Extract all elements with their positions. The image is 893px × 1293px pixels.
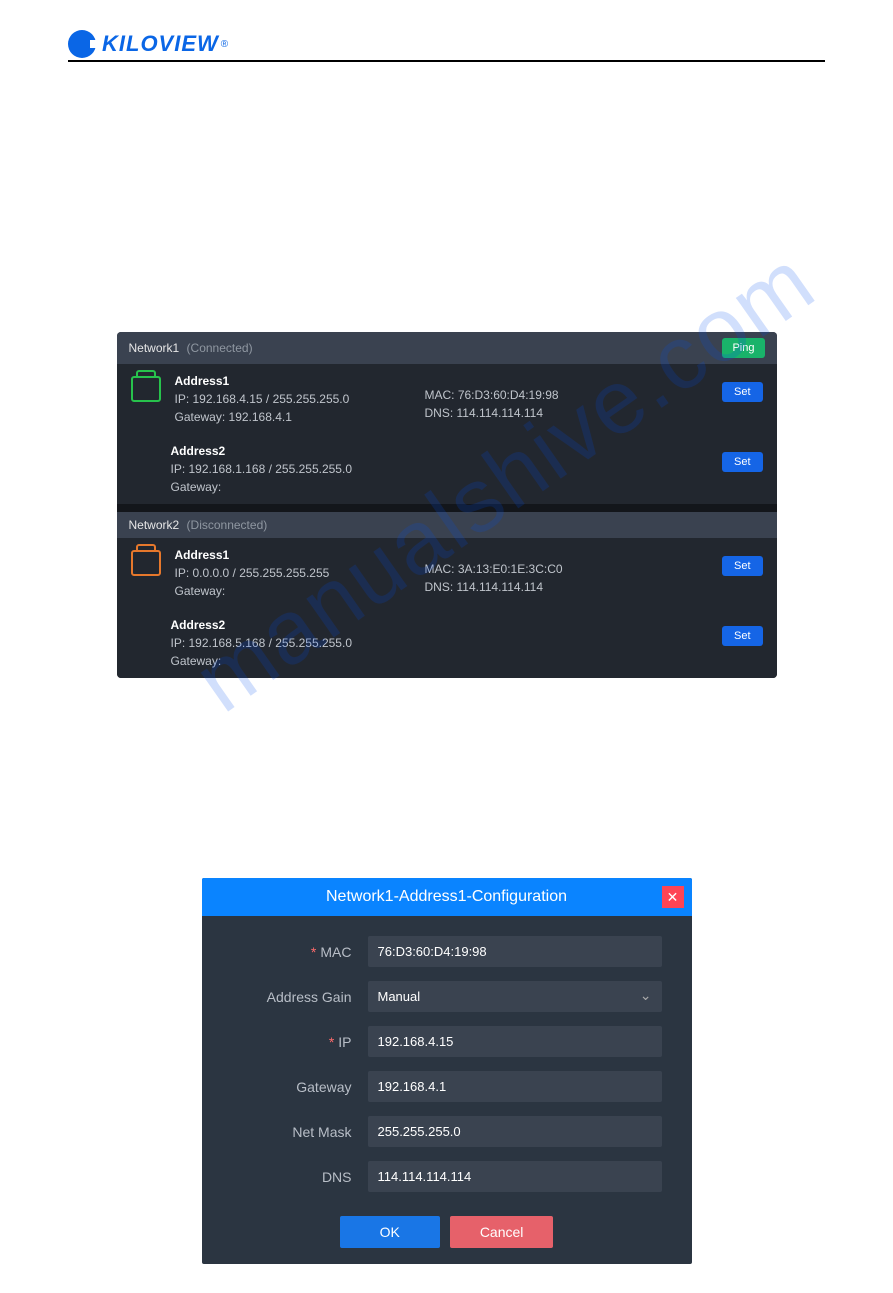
network2-status: (Disconnected)	[183, 518, 268, 532]
network2-name: Network2	[129, 518, 180, 532]
address-gain-select[interactable]	[368, 981, 662, 1012]
page-header: KILOVIEW ®	[68, 30, 825, 62]
address-ip: IP: 0.0.0.0 / 255.255.255.255	[175, 564, 425, 582]
netmask-label: Net Mask	[232, 1124, 352, 1140]
ethernet-port-icon	[131, 376, 161, 402]
network2-address1-row: Address1 IP: 0.0.0.0 / 255.255.255.255 G…	[117, 538, 777, 608]
network2-header: Network2 (Disconnected)	[117, 512, 777, 538]
logo: KILOVIEW ®	[68, 30, 228, 58]
dialog-title-bar: Network1-Address1-Configuration ✕	[202, 878, 692, 916]
address-ip: IP: 192.168.1.168 / 255.255.255.0	[171, 460, 421, 478]
gateway-input[interactable]	[368, 1071, 662, 1102]
address-dns: DNS: 114.114.114.114	[425, 404, 722, 422]
netmask-input[interactable]	[368, 1116, 662, 1147]
address-title: Address1	[175, 372, 425, 390]
network1-address1-row: Address1 IP: 192.168.4.15 / 255.255.255.…	[117, 364, 777, 434]
address-gateway: Gateway:	[171, 652, 421, 670]
close-icon[interactable]: ✕	[662, 886, 684, 908]
set-button[interactable]: Set	[722, 556, 763, 576]
ethernet-port-icon	[131, 550, 161, 576]
dns-label: DNS	[232, 1169, 352, 1185]
set-button[interactable]: Set	[722, 382, 763, 402]
address-mac: MAC: 76:D3:60:D4:19:98	[425, 386, 722, 404]
network1-header: Network1 (Connected) Ping	[117, 332, 777, 364]
config-dialog: Network1-Address1-Configuration ✕ *MAC A…	[202, 878, 692, 1264]
address-gain-label: Address Gain	[232, 989, 352, 1005]
address-ip: IP: 192.168.5.168 / 255.255.255.0	[171, 634, 421, 652]
address-gateway: Gateway:	[171, 478, 421, 496]
logo-icon	[68, 30, 96, 58]
dns-input[interactable]	[368, 1161, 662, 1192]
logo-text: KILOVIEW	[102, 31, 219, 57]
set-button[interactable]: Set	[722, 626, 763, 646]
mac-input[interactable]	[368, 936, 662, 967]
address-dns: DNS: 114.114.114.114	[425, 578, 722, 596]
address-gateway: Gateway:	[175, 582, 425, 600]
ip-input[interactable]	[368, 1026, 662, 1057]
ok-button[interactable]: OK	[340, 1216, 440, 1248]
network-panel: Network1 (Connected) Ping Address1 IP: 1…	[117, 332, 777, 678]
address-title: Address2	[171, 616, 421, 634]
address-mac: MAC: 3A:13:E0:1E:3C:C0	[425, 560, 722, 578]
ping-button[interactable]: Ping	[722, 338, 764, 358]
address-gateway: Gateway: 192.168.4.1	[175, 408, 425, 426]
mac-label: *MAC	[232, 944, 352, 960]
address-title: Address2	[171, 442, 421, 460]
ip-label: *IP	[232, 1034, 352, 1050]
address-title: Address1	[175, 546, 425, 564]
network1-name: Network1	[129, 341, 180, 355]
section-divider	[117, 504, 777, 512]
dialog-title: Network1-Address1-Configuration	[326, 888, 567, 905]
trademark-symbol: ®	[221, 39, 228, 50]
set-button[interactable]: Set	[722, 452, 763, 472]
network1-address2-row: Address2 IP: 192.168.1.168 / 255.255.255…	[117, 434, 777, 504]
network2-address2-row: Address2 IP: 192.168.5.168 / 255.255.255…	[117, 608, 777, 678]
gateway-label: Gateway	[232, 1079, 352, 1095]
address-ip: IP: 192.168.4.15 / 255.255.255.0	[175, 390, 425, 408]
cancel-button[interactable]: Cancel	[450, 1216, 554, 1248]
network1-status: (Connected)	[183, 341, 253, 355]
